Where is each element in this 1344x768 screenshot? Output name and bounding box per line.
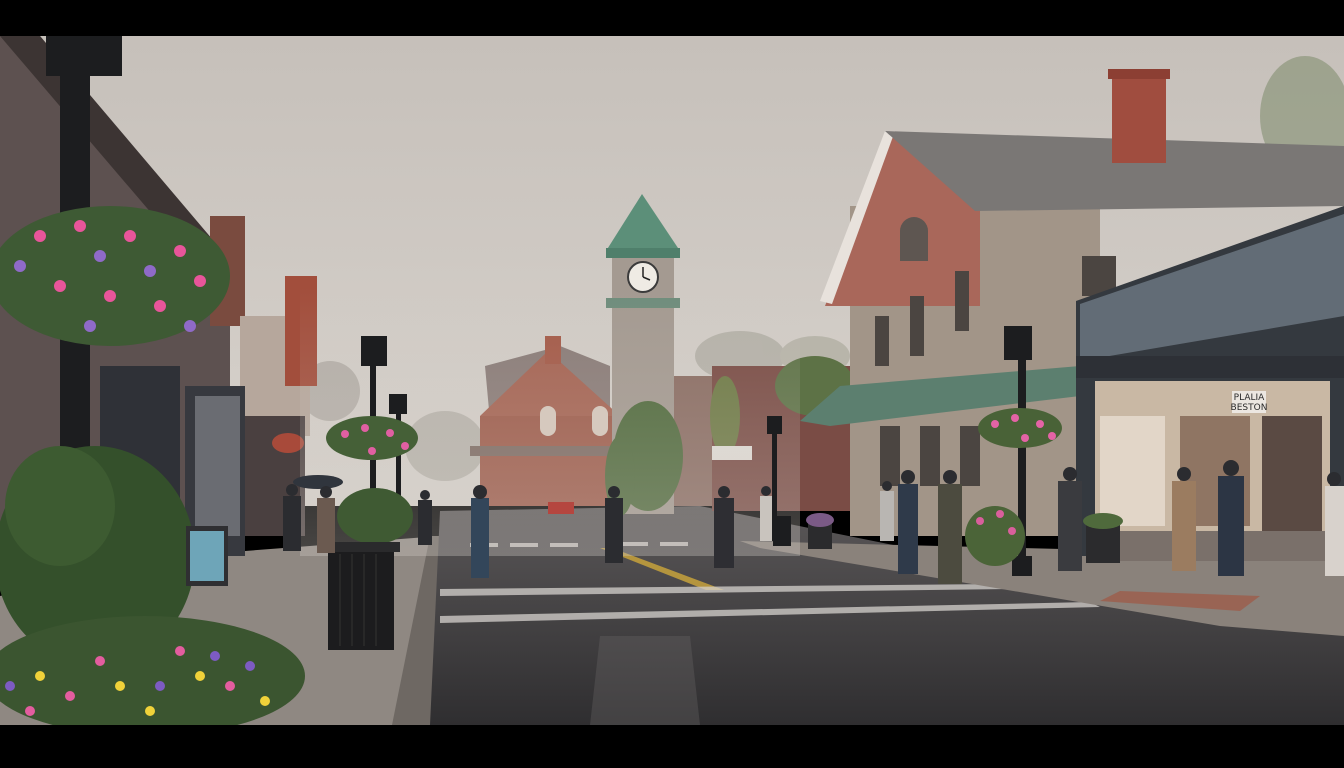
shop-sign-line-2: BESTON bbox=[1231, 403, 1268, 413]
shop-sign-line-1: PLALIA bbox=[1234, 393, 1265, 403]
pedestrian bbox=[1172, 467, 1196, 571]
scene-illustration: PLALIA BESTON bbox=[0, 36, 1344, 725]
pedestrian bbox=[1325, 472, 1344, 576]
pedestrian bbox=[714, 486, 734, 568]
sandwich-board bbox=[186, 526, 228, 586]
pedestrian bbox=[938, 470, 962, 584]
road-reflection bbox=[590, 636, 700, 725]
pedestrian bbox=[471, 485, 489, 578]
letterbox-frame: PLALIA BESTON bbox=[0, 0, 1344, 768]
pedestrian bbox=[1218, 460, 1244, 576]
hanging-sign bbox=[272, 433, 304, 453]
hanging-flower-basket-right bbox=[978, 408, 1062, 448]
pedestrian bbox=[898, 470, 918, 574]
hanging-flower-basket-center bbox=[326, 416, 418, 460]
pedestrian bbox=[1058, 467, 1082, 571]
street-scene-photo: PLALIA BESTON bbox=[0, 36, 1344, 725]
parked-car bbox=[548, 502, 574, 514]
hanging-flower-basket-left bbox=[0, 206, 230, 346]
